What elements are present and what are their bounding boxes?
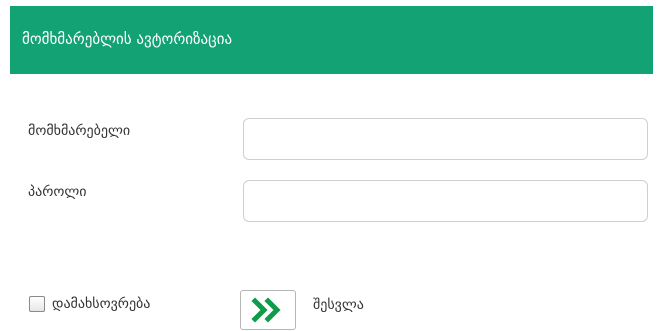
remember-me[interactable]: დამახსოვრება [29,294,150,314]
double-chevron-right-icon [251,297,285,323]
password-label: პაროლი [28,184,87,200]
password-input[interactable] [243,180,648,222]
remember-checkbox[interactable] [29,296,45,312]
page-title: მომხმარებლის ავტორიზაცია [22,30,233,48]
login-label[interactable]: შესვლა [313,297,364,313]
username-input[interactable] [243,118,648,160]
page-header: მომხმარებლის ავტორიზაცია [10,6,653,74]
remember-label: დამახსოვრება [52,296,151,312]
username-label: მომხმარებელი [28,123,131,139]
login-button[interactable] [240,290,296,330]
